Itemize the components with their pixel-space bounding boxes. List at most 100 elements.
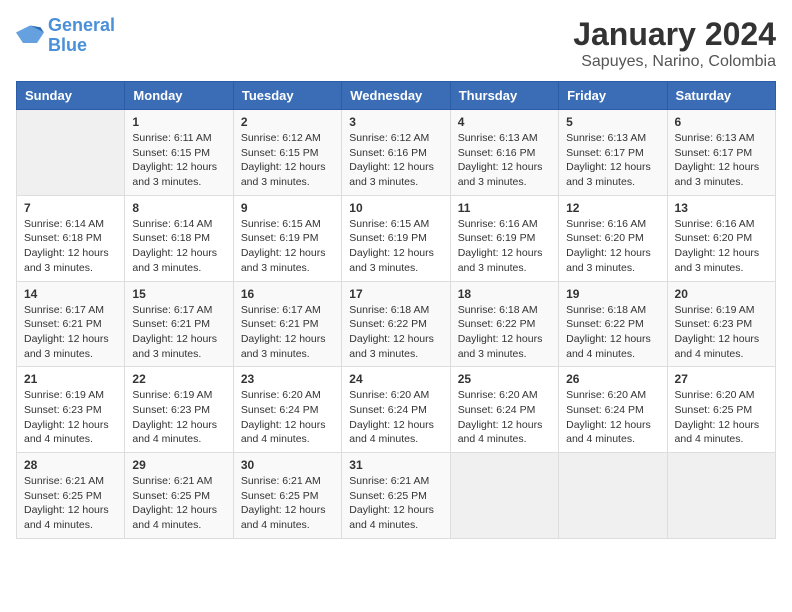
day-number: 24 (349, 372, 442, 386)
calendar-cell (17, 110, 125, 196)
calendar-cell: 16 Sunrise: 6:17 AMSunset: 6:21 PMDayligh… (233, 281, 341, 367)
weekday-header-saturday: Saturday (667, 82, 775, 110)
day-number: 19 (566, 287, 659, 301)
day-number: 26 (566, 372, 659, 386)
calendar-week-2: 7Sunrise: 6:14 AMSunset: 6:18 PMDaylight… (17, 195, 776, 281)
weekday-header-friday: Friday (559, 82, 667, 110)
day-number: 31 (349, 458, 442, 472)
calendar-cell: 5 Sunrise: 6:13 AMSunset: 6:17 PMDaylight… (559, 110, 667, 196)
cell-details: Sunrise: 6:18 AMSunset: 6:22 PMDaylight:… (458, 304, 543, 360)
logo-line2: Blue (48, 35, 87, 55)
page-header: General Blue January 2024 Sapuyes, Narin… (16, 16, 776, 71)
calendar-cell: 26 Sunrise: 6:20 AMSunset: 6:24 PMDayligh… (559, 367, 667, 453)
cell-details: Sunrise: 6:15 AMSunset: 6:19 PMDaylight:… (241, 218, 326, 274)
calendar-cell: 30Sunrise: 6:21 AMSunset: 6:25 PMDayligh… (233, 453, 341, 539)
day-number: 16 (241, 287, 334, 301)
calendar-cell: 10Sunrise: 6:15 AMSunset: 6:19 PMDayligh… (342, 195, 450, 281)
cell-details: Sunrise: 6:16 AMSunset: 6:20 PMDaylight:… (675, 218, 760, 274)
calendar-table: SundayMondayTuesdayWednesdayThursdayFrid… (16, 81, 776, 539)
calendar-cell: 31 Sunrise: 6:21 AMSunset: 6:25 PMDayligh… (342, 453, 450, 539)
day-number: 23 (241, 372, 334, 386)
calendar-cell: 3 Sunrise: 6:12 AMSunset: 6:16 PMDaylight… (342, 110, 450, 196)
day-number: 12 (566, 201, 659, 215)
calendar-title: January 2024 (573, 16, 776, 53)
calendar-cell: 28Sunrise: 6:21 AMSunset: 6:25 PMDayligh… (17, 453, 125, 539)
calendar-cell: 1 Sunrise: 6:11 AMSunset: 6:15 PMDaylight… (125, 110, 233, 196)
cell-details: Sunrise: 6:14 AMSunset: 6:18 PMDaylight:… (132, 218, 217, 274)
day-number: 17 (349, 287, 442, 301)
calendar-cell: 13 Sunrise: 6:16 AMSunset: 6:20 PMDayligh… (667, 195, 775, 281)
calendar-week-1: 1 Sunrise: 6:11 AMSunset: 6:15 PMDaylight… (17, 110, 776, 196)
weekday-header-thursday: Thursday (450, 82, 558, 110)
cell-details: Sunrise: 6:20 AMSunset: 6:24 PMDaylight:… (566, 389, 651, 445)
day-number: 28 (24, 458, 117, 472)
day-number: 22 (132, 372, 225, 386)
calendar-cell: 14Sunrise: 6:17 AMSunset: 6:21 PMDayligh… (17, 281, 125, 367)
cell-details: Sunrise: 6:18 AMSunset: 6:22 PMDaylight:… (566, 304, 651, 360)
logo: General Blue (16, 16, 115, 56)
day-number: 4 (458, 115, 551, 129)
calendar-cell: 12 Sunrise: 6:16 AMSunset: 6:20 PMDayligh… (559, 195, 667, 281)
calendar-cell: 15 Sunrise: 6:17 AMSunset: 6:21 PMDayligh… (125, 281, 233, 367)
day-number: 5 (566, 115, 659, 129)
weekday-header-sunday: Sunday (17, 82, 125, 110)
cell-details: Sunrise: 6:14 AMSunset: 6:18 PMDaylight:… (24, 218, 109, 274)
cell-details: Sunrise: 6:17 AMSunset: 6:21 PMDaylight:… (241, 304, 326, 360)
cell-details: Sunrise: 6:11 AMSunset: 6:15 PMDaylight:… (132, 132, 217, 188)
calendar-cell: 23 Sunrise: 6:20 AMSunset: 6:24 PMDayligh… (233, 367, 341, 453)
cell-details: Sunrise: 6:21 AMSunset: 6:25 PMDaylight:… (349, 475, 434, 531)
weekday-header-row: SundayMondayTuesdayWednesdayThursdayFrid… (17, 82, 776, 110)
cell-details: Sunrise: 6:20 AMSunset: 6:25 PMDaylight:… (675, 389, 760, 445)
cell-details: Sunrise: 6:16 AMSunset: 6:20 PMDaylight:… (566, 218, 651, 274)
calendar-cell: 8Sunrise: 6:14 AMSunset: 6:18 PMDaylight… (125, 195, 233, 281)
cell-details: Sunrise: 6:17 AMSunset: 6:21 PMDaylight:… (24, 304, 109, 360)
day-number: 21 (24, 372, 117, 386)
day-number: 18 (458, 287, 551, 301)
cell-details: Sunrise: 6:20 AMSunset: 6:24 PMDaylight:… (241, 389, 326, 445)
cell-details: Sunrise: 6:12 AMSunset: 6:16 PMDaylight:… (349, 132, 434, 188)
cell-details: Sunrise: 6:19 AMSunset: 6:23 PMDaylight:… (24, 389, 109, 445)
calendar-cell (667, 453, 775, 539)
day-number: 29 (132, 458, 225, 472)
day-number: 9 (241, 201, 334, 215)
day-number: 30 (241, 458, 334, 472)
calendar-cell: 22 Sunrise: 6:19 AMSunset: 6:23 PMDayligh… (125, 367, 233, 453)
cell-details: Sunrise: 6:19 AMSunset: 6:23 PMDaylight:… (132, 389, 217, 445)
calendar-cell: 20 Sunrise: 6:19 AMSunset: 6:23 PMDayligh… (667, 281, 775, 367)
weekday-header-monday: Monday (125, 82, 233, 110)
calendar-week-5: 28 Sunrise: 6:21 AMSunset: 6:25 PMDayligh… (17, 453, 776, 539)
day-number: 6 (675, 115, 768, 129)
day-number: 20 (675, 287, 768, 301)
cell-details: Sunrise: 6:13 AMSunset: 6:17 PMDaylight:… (566, 132, 651, 188)
day-number: 15 (132, 287, 225, 301)
calendar-week-3: 14Sunrise: 6:17 AMSunset: 6:21 PMDayligh… (17, 281, 776, 367)
day-number: 25 (458, 372, 551, 386)
cell-details: Sunrise: 6:12 AMSunset: 6:15 PMDaylight:… (241, 132, 326, 188)
day-number: 3 (349, 115, 442, 129)
calendar-cell: 21 Sunrise: 6:19 AMSunset: 6:23 PMDayligh… (17, 367, 125, 453)
calendar-subtitle: Sapuyes, Narino, Colombia (573, 53, 776, 71)
cell-details: Sunrise: 6:13 AMSunset: 6:17 PMDaylight:… (675, 132, 760, 188)
day-number: 1 (132, 115, 225, 129)
logo-line1: General (48, 15, 115, 35)
cell-details: Sunrise: 6:18 AMSunset: 6:22 PMDaylight:… (349, 304, 434, 360)
day-number: 11 (458, 201, 551, 215)
calendar-cell: 7Sunrise: 6:14 AMSunset: 6:18 PMDaylight… (17, 195, 125, 281)
weekday-header-wednesday: Wednesday (342, 82, 450, 110)
day-number: 2 (241, 115, 334, 129)
cell-details: Sunrise: 6:17 AMSunset: 6:21 PMDaylight:… (132, 304, 217, 360)
logo-icon (16, 22, 44, 50)
calendar-cell: 27Sunrise: 6:20 AMSunset: 6:25 PMDayligh… (667, 367, 775, 453)
calendar-cell: 29Sunrise: 6:21 AMSunset: 6:25 PMDayligh… (125, 453, 233, 539)
cell-details: Sunrise: 6:19 AMSunset: 6:23 PMDaylight:… (675, 304, 760, 360)
calendar-cell: 25 Sunrise: 6:20 AMSunset: 6:24 PMDayligh… (450, 367, 558, 453)
calendar-cell (559, 453, 667, 539)
calendar-cell: 4Sunrise: 6:13 AMSunset: 6:16 PMDaylight… (450, 110, 558, 196)
cell-details: Sunrise: 6:20 AMSunset: 6:24 PMDaylight:… (349, 389, 434, 445)
weekday-header-tuesday: Tuesday (233, 82, 341, 110)
day-number: 10 (349, 201, 442, 215)
day-number: 13 (675, 201, 768, 215)
calendar-cell: 18 Sunrise: 6:18 AMSunset: 6:22 PMDayligh… (450, 281, 558, 367)
cell-details: Sunrise: 6:20 AMSunset: 6:24 PMDaylight:… (458, 389, 543, 445)
cell-details: Sunrise: 6:16 AMSunset: 6:19 PMDaylight:… (458, 218, 543, 274)
